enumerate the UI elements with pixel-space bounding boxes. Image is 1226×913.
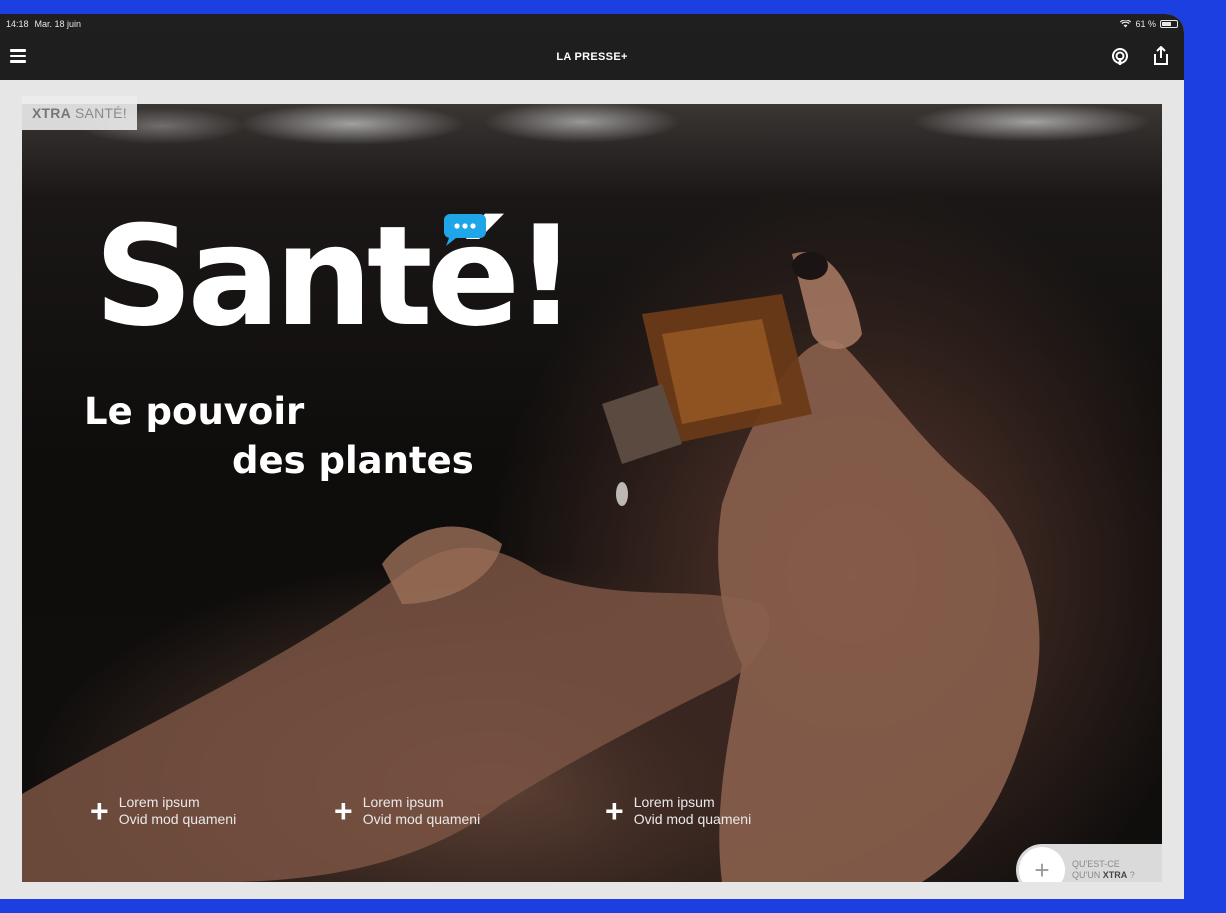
plus-icon: + — [90, 793, 109, 829]
link-text: Lorem ipsum Ovid mod quameni — [363, 794, 481, 828]
article-page: Santé! Le pouvoir des plantes + Lorem ip… — [0, 80, 1184, 899]
plus-icon: + — [334, 793, 353, 829]
plus-icon: + — [605, 793, 624, 829]
link-line-1: Lorem ipsum — [362, 794, 444, 810]
subtitle-line-2: des plantes — [232, 439, 474, 482]
subtitle-line-1: Le pouvoir — [84, 390, 305, 433]
status-bar: 14:18 Mar. 18 juin 61 % — [0, 14, 1184, 34]
what-is-xtra-label: QU'EST-CE QU'UN XTRA ? — [1072, 859, 1135, 881]
link-line-1: Lorem ipsum — [633, 794, 715, 810]
status-date: Mar. 18 juin — [34, 19, 82, 29]
status-time: 14:18 — [6, 19, 29, 29]
battery-percent: 61 % — [1135, 19, 1156, 29]
plus-icon: + — [1019, 847, 1065, 882]
device-screen: 14:18 Mar. 18 juin 61 % LA PRESSE+ Santé… — [0, 14, 1184, 899]
link-line-2: Ovid mod quameni — [118, 811, 237, 827]
share-icon[interactable] — [1152, 46, 1170, 66]
what-is-xtra-button[interactable]: + QU'EST-CE QU'UN XTRA ? — [1016, 844, 1162, 882]
top-navbar: LA PRESSE+ — [0, 34, 1184, 80]
section-tag-rest: SANTÉ! — [75, 105, 127, 121]
menu-icon[interactable] — [10, 49, 26, 63]
xtra-info-line-1: QU'EST-CE — [1072, 859, 1120, 869]
related-link-3[interactable]: + Lorem ipsum Ovid mod quameni — [605, 794, 751, 828]
related-links: + Lorem ipsum Ovid mod quameni + Lorem i… — [22, 794, 1162, 854]
link-line-2: Ovid mod quameni — [633, 811, 752, 827]
xtra-info-suffix: ? — [1129, 870, 1135, 880]
link-line-1: Lorem ipsum — [118, 794, 200, 810]
hero-image: Santé! Le pouvoir des plantes + Lorem ip… — [22, 104, 1162, 882]
app-title: LA PRESSE+ — [556, 51, 628, 63]
link-text: Lorem ipsum Ovid mod quameni — [119, 794, 237, 828]
link-line-2: Ovid mod quameni — [362, 811, 481, 827]
related-link-1[interactable]: + Lorem ipsum Ovid mod quameni — [90, 794, 236, 828]
podcast-icon[interactable] — [1110, 47, 1130, 67]
battery-icon — [1160, 20, 1178, 28]
headline: Santé! — [94, 196, 577, 357]
link-text: Lorem ipsum Ovid mod quameni — [634, 794, 752, 828]
section-tag: XTRA SANTÉ! — [22, 96, 137, 130]
wifi-icon — [1120, 20, 1132, 28]
xtra-info-prefix: QU'UN — [1072, 870, 1101, 880]
xtra-info-line-2: QU'UN XTRA ? — [1072, 870, 1135, 881]
section-tag-bold: XTRA — [32, 105, 71, 121]
chat-bubble-icon — [443, 214, 486, 246]
xtra-info-bold: XTRA — [1102, 870, 1128, 880]
related-link-2[interactable]: + Lorem ipsum Ovid mod quameni — [334, 794, 480, 828]
